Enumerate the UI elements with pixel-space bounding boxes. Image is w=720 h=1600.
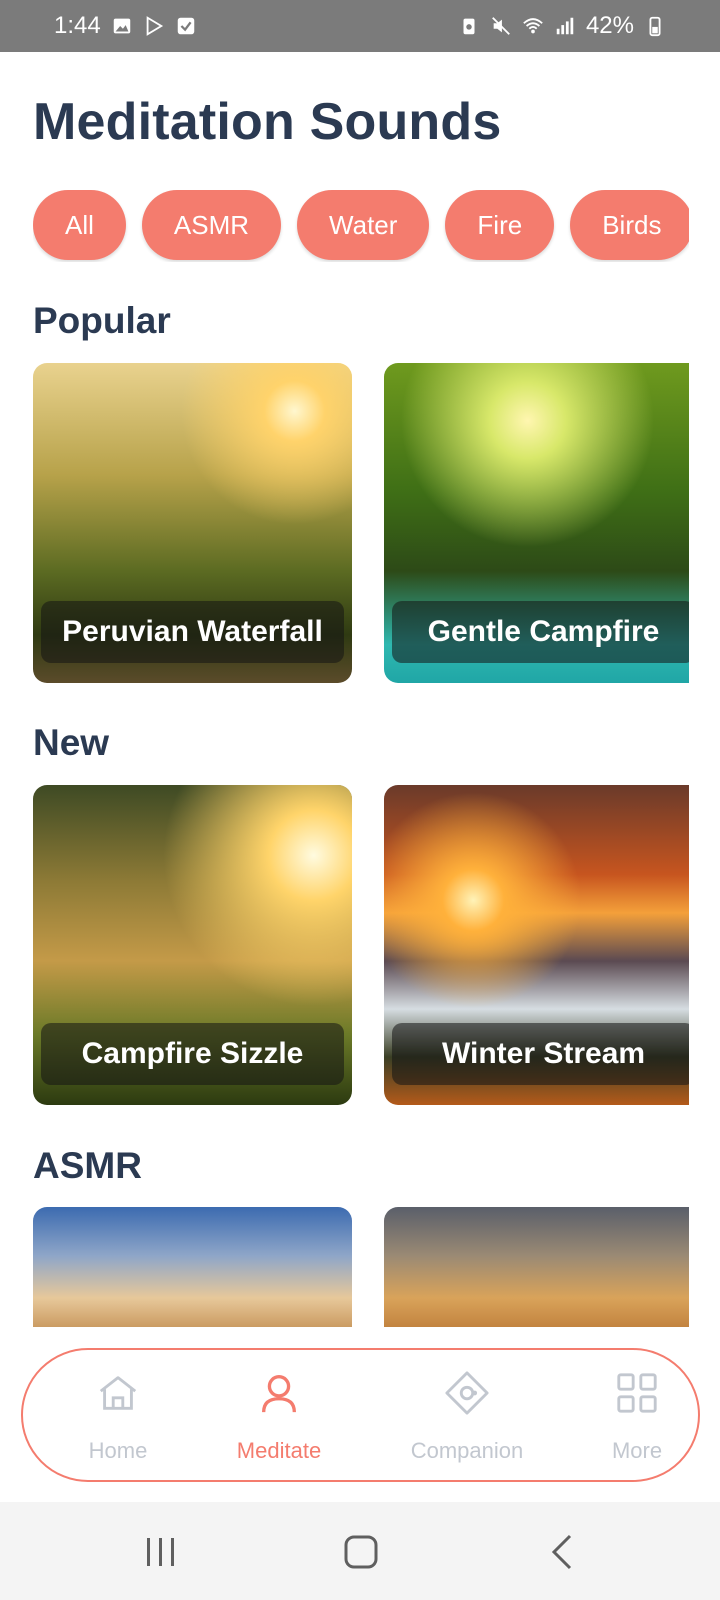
card-title: Gentle Campfire [392, 601, 689, 663]
card-title: Peruvian Waterfall [41, 601, 344, 663]
nav-more[interactable]: More [557, 1370, 717, 1464]
sound-card[interactable]: Campfire Sizzle [33, 785, 352, 1105]
nav-label: More [611, 1438, 663, 1463]
filter-chip-fire[interactable]: Fire [445, 190, 555, 260]
section-title-popular: Popular [33, 300, 171, 341]
person-icon [261, 1375, 297, 1413]
asmr-row [33, 1207, 689, 1327]
status-time: 1:44 [54, 12, 101, 39]
signal-icon [554, 15, 576, 37]
nav-label: Meditate [236, 1438, 322, 1463]
popular-row: Peruvian Waterfall Gentle Campfire [33, 363, 689, 683]
filter-chip-water[interactable]: Water [297, 190, 430, 260]
filter-chip-all[interactable]: All [33, 190, 126, 260]
sound-card[interactable]: Peruvian Waterfall [33, 363, 352, 683]
filter-chip-asmr[interactable]: ASMR [141, 190, 282, 260]
section-title-new: New [33, 722, 110, 763]
nav-companion[interactable]: Companion [387, 1370, 547, 1464]
companion-icon [445, 1371, 489, 1415]
home-button-icon[interactable] [339, 1530, 383, 1574]
sound-card[interactable]: Gentle Campfire [384, 363, 689, 683]
card-title: Winter Stream [392, 1023, 689, 1085]
home-icon [99, 1376, 137, 1410]
new-row: Campfire Sizzle Winter Stream [33, 785, 689, 1105]
filter-chips: All ASMR Water Fire Birds [33, 190, 689, 262]
nav-meditate[interactable]: Meditate [199, 1370, 359, 1464]
nav-home[interactable]: Home [38, 1370, 198, 1464]
battery-saver-icon [458, 15, 480, 37]
checkbox-icon [175, 15, 197, 37]
system-nav [0, 1502, 720, 1600]
play-store-icon [143, 15, 165, 37]
nav-label: Home [88, 1438, 148, 1463]
status-bar: 1:44 42% [0, 0, 720, 52]
card-image [384, 1207, 689, 1327]
gallery-icon [111, 15, 133, 37]
nav-label: Companion [410, 1438, 524, 1463]
page-title: Meditation Sounds [33, 93, 502, 151]
sound-card[interactable] [384, 1207, 689, 1327]
battery-percent: 42% [585, 12, 634, 39]
recent-apps-icon[interactable] [139, 1530, 183, 1574]
section-title-asmr: ASMR [33, 1145, 142, 1186]
sound-card[interactable]: Winter Stream [384, 785, 689, 1105]
battery-icon [644, 15, 666, 37]
card-title: Campfire Sizzle [41, 1023, 344, 1085]
card-image [33, 1207, 352, 1327]
mute-icon [490, 15, 512, 37]
grid-icon [617, 1373, 657, 1413]
filter-chip-birds[interactable]: Birds [570, 190, 689, 260]
wifi-icon [522, 15, 544, 37]
bottom-nav: Home Meditate Companion More [21, 1348, 700, 1482]
sound-card[interactable] [33, 1207, 352, 1327]
back-icon[interactable] [542, 1530, 586, 1574]
